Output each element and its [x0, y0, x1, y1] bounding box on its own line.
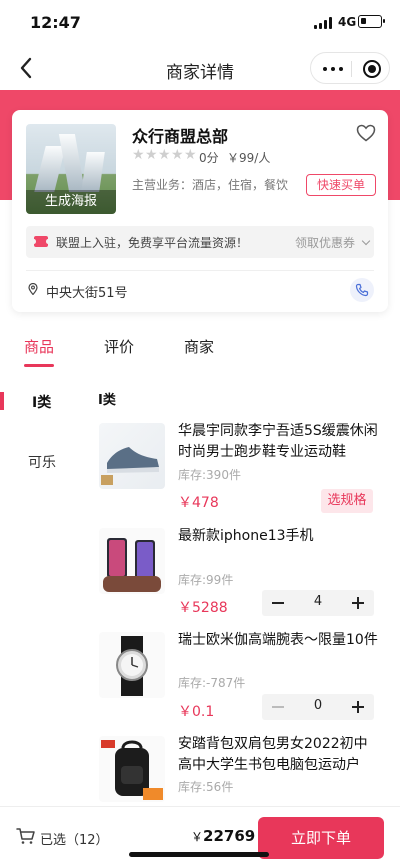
- phone-icon: [355, 283, 369, 297]
- bottom-bar: 已选（12） ￥22769 立即下单: [0, 806, 400, 866]
- status-bar: 12:47 4G: [0, 0, 400, 46]
- product-stock: 库存:99件: [178, 573, 234, 587]
- select-spec-button[interactable]: 选规格: [321, 489, 373, 513]
- product-price: ￥5288: [178, 600, 228, 616]
- increase-button-vertical[interactable]: [357, 597, 359, 609]
- quantity-stepper: 0: [262, 694, 374, 720]
- signal-icon: [314, 17, 334, 29]
- star-icon: ★: [145, 147, 158, 163]
- product-image[interactable]: [99, 528, 165, 594]
- close-target-icon[interactable]: [363, 60, 381, 78]
- decrease-button[interactable]: [272, 706, 284, 708]
- active-category-marker: [0, 392, 4, 410]
- divider: [26, 270, 374, 271]
- quick-pay-button[interactable]: 快速买单: [306, 174, 376, 196]
- cart-icon[interactable]: [16, 827, 36, 845]
- location-pin-icon: [28, 283, 38, 295]
- increase-button-vertical[interactable]: [357, 701, 359, 713]
- promo-banner[interactable]: 联盟上入驻，免费享平台流量资源！ 领取优惠券: [26, 226, 374, 258]
- active-tab-indicator: [24, 364, 54, 367]
- tab-goods[interactable]: 商品: [24, 336, 54, 357]
- capsule-divider: [351, 61, 352, 77]
- category-item[interactable]: I类: [32, 392, 92, 412]
- ticket-icon: [32, 236, 50, 247]
- product-stock: 库存:390件: [178, 468, 241, 482]
- per-person-price: ￥99/人: [227, 151, 271, 165]
- status-time: 12:47: [30, 13, 81, 32]
- get-coupon-link[interactable]: 领取优惠券: [295, 234, 355, 251]
- battery-icon: [358, 15, 385, 28]
- network-label: 4G: [338, 15, 357, 29]
- category-item[interactable]: 可乐: [28, 452, 88, 472]
- phone-product-image: [103, 538, 161, 592]
- place-order-button[interactable]: 立即下单: [258, 817, 384, 859]
- home-indicator: [129, 852, 269, 857]
- generate-poster-button[interactable]: 生成海报: [26, 190, 116, 214]
- tab-merchant[interactable]: 商家: [184, 336, 214, 357]
- product-name: 华晨宇同款李宁吾适5S缓震休闲时尚男士跑步鞋专业运动鞋: [178, 423, 378, 460]
- promo-text: 联盟上入驻，免费享平台流量资源！: [56, 236, 249, 250]
- store-address: 中央大街51号: [46, 286, 128, 301]
- tab-bar: 商品 评价 商家: [0, 330, 400, 370]
- star-icon: ★: [184, 147, 197, 163]
- total-amount: 22769: [203, 827, 256, 845]
- total-price: ￥22769: [191, 827, 255, 845]
- more-icon[interactable]: [323, 67, 343, 71]
- merchant-card: 生成海报 众行商盟总部 ★ ★ ★ ★ ★ 0分 ￥99/人 主营业务：酒店，住…: [12, 110, 388, 312]
- main-business: 主营业务：酒店，住宿，餐饮: [132, 178, 289, 192]
- product-image[interactable]: [99, 736, 165, 802]
- watch-image: [116, 636, 148, 696]
- product-name: 瑞士欧米伽高端腕表～限量10件: [178, 632, 378, 648]
- tab-reviews[interactable]: 评价: [104, 336, 134, 357]
- selected-count[interactable]: 已选（12）: [40, 829, 109, 848]
- store-name: 众行商盟总部: [132, 127, 229, 146]
- currency-symbol: ￥: [191, 830, 204, 844]
- star-icon: ★: [158, 147, 171, 163]
- rating-score: 0分: [199, 151, 219, 165]
- quantity-stepper: 4: [262, 590, 374, 616]
- product-stock: 库存:-787件: [178, 676, 246, 690]
- backpack-image: [101, 740, 163, 800]
- favorite-heart-icon[interactable]: [356, 124, 376, 142]
- store-image[interactable]: 生成海报: [26, 124, 116, 214]
- star-icon: ★: [132, 147, 145, 163]
- decrease-button[interactable]: [272, 602, 284, 604]
- product-image[interactable]: [99, 423, 165, 489]
- product-image[interactable]: [99, 632, 165, 698]
- product-price: ￥478: [178, 495, 219, 511]
- shoe-image: [101, 447, 159, 485]
- call-button[interactable]: [350, 278, 374, 302]
- quantity-value[interactable]: 4: [294, 594, 342, 609]
- product-name: 安踏背包双肩包男女2022初中高中大学生书包电脑包运动户: [178, 736, 368, 773]
- product-name: 最新款iphone13手机: [178, 528, 314, 544]
- product-price: ￥0.1: [178, 704, 215, 720]
- quantity-value[interactable]: 0: [294, 698, 342, 713]
- star-icon: ★: [171, 147, 184, 163]
- chevron-down-icon: [361, 236, 371, 246]
- mini-program-capsule: [310, 52, 390, 84]
- product-stock: 库存:56件: [178, 780, 234, 794]
- nav-bar: 商家详情: [0, 46, 400, 90]
- section-title: I类: [98, 393, 116, 408]
